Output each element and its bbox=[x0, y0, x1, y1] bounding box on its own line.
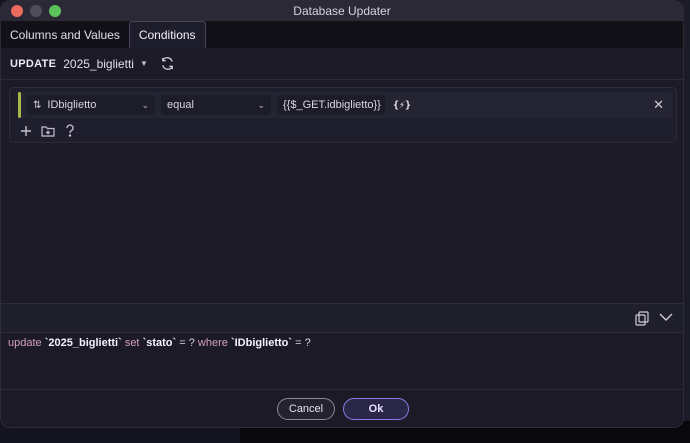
minimize-window-button[interactable] bbox=[30, 5, 42, 17]
sql-keyword: where bbox=[197, 337, 228, 349]
condition-field-select[interactable]: ⇅ IDbiglietto ⌄ bbox=[27, 95, 155, 115]
condition-operator-value: equal bbox=[167, 99, 194, 111]
condition-value-input[interactable]: {{$_GET.idbiglietto}} bbox=[277, 95, 385, 115]
sql-keyword: update bbox=[8, 337, 42, 349]
sql-table: `2025_biglietti` bbox=[44, 337, 122, 349]
tab-conditions[interactable]: Conditions bbox=[128, 21, 206, 48]
refresh-icon[interactable] bbox=[160, 56, 176, 72]
chevron-down-icon[interactable] bbox=[659, 311, 673, 326]
tab-columns-and-values[interactable]: Columns and Values bbox=[1, 21, 129, 48]
condition-marker bbox=[18, 92, 21, 118]
close-window-button[interactable] bbox=[11, 5, 23, 17]
sql-preview: update `2025_biglietti` set `stato` = ? … bbox=[8, 337, 311, 349]
add-condition-icon[interactable] bbox=[20, 125, 32, 137]
update-label: UPDATE bbox=[10, 57, 57, 70]
tab-bar: Columns and Values Conditions bbox=[1, 21, 683, 48]
cancel-button[interactable]: Cancel bbox=[277, 397, 335, 420]
condition-operator-select[interactable]: equal ⌄ bbox=[161, 95, 271, 115]
sql-placeholder: = ? bbox=[179, 337, 195, 349]
copy-icon[interactable] bbox=[635, 311, 649, 331]
conditions-panel: ⇅ IDbiglietto ⌄ equal ⌄ {{$_GET.idbiglie… bbox=[9, 87, 677, 143]
caret-down-icon: ▼ bbox=[139, 59, 148, 68]
dialog-footer: Cancel Ok bbox=[1, 389, 683, 427]
ok-button[interactable]: Ok bbox=[343, 397, 409, 420]
title-bar: Database Updater bbox=[1, 1, 683, 21]
help-icon[interactable] bbox=[64, 124, 76, 137]
condition-toolbar bbox=[20, 124, 76, 137]
window-title: Database Updater bbox=[293, 4, 391, 18]
condition-row: ⇅ IDbiglietto ⌄ equal ⌄ {{$_GET.idbiglie… bbox=[18, 92, 672, 118]
table-select[interactable]: 2025_biglietti ▼ bbox=[63, 57, 148, 71]
dynamic-data-button[interactable]: {⚡} bbox=[393, 100, 411, 111]
chevron-down-icon: ⌄ bbox=[257, 99, 265, 110]
sql-keyword: set bbox=[124, 337, 140, 349]
zoom-window-button[interactable] bbox=[49, 5, 61, 17]
table-select-value: 2025_biglietti bbox=[63, 56, 134, 71]
sql-placeholder: = ? bbox=[295, 337, 311, 349]
condition-field-value: IDbiglietto bbox=[47, 99, 97, 111]
database-updater-dialog: Database Updater Columns and Values Cond… bbox=[0, 0, 684, 428]
remove-condition-icon[interactable]: ✕ bbox=[653, 97, 664, 113]
window-controls bbox=[11, 5, 61, 17]
sql-preview-header bbox=[1, 303, 683, 333]
chevron-down-icon: ⌄ bbox=[141, 99, 149, 110]
sql-column: `stato` bbox=[142, 337, 177, 349]
sql-column: `IDbiglietto` bbox=[230, 337, 293, 349]
sort-arrows-icon: ⇅ bbox=[33, 99, 42, 111]
add-group-icon[interactable] bbox=[41, 125, 55, 137]
update-bar: UPDATE 2025_biglietti ▼ bbox=[1, 48, 683, 80]
